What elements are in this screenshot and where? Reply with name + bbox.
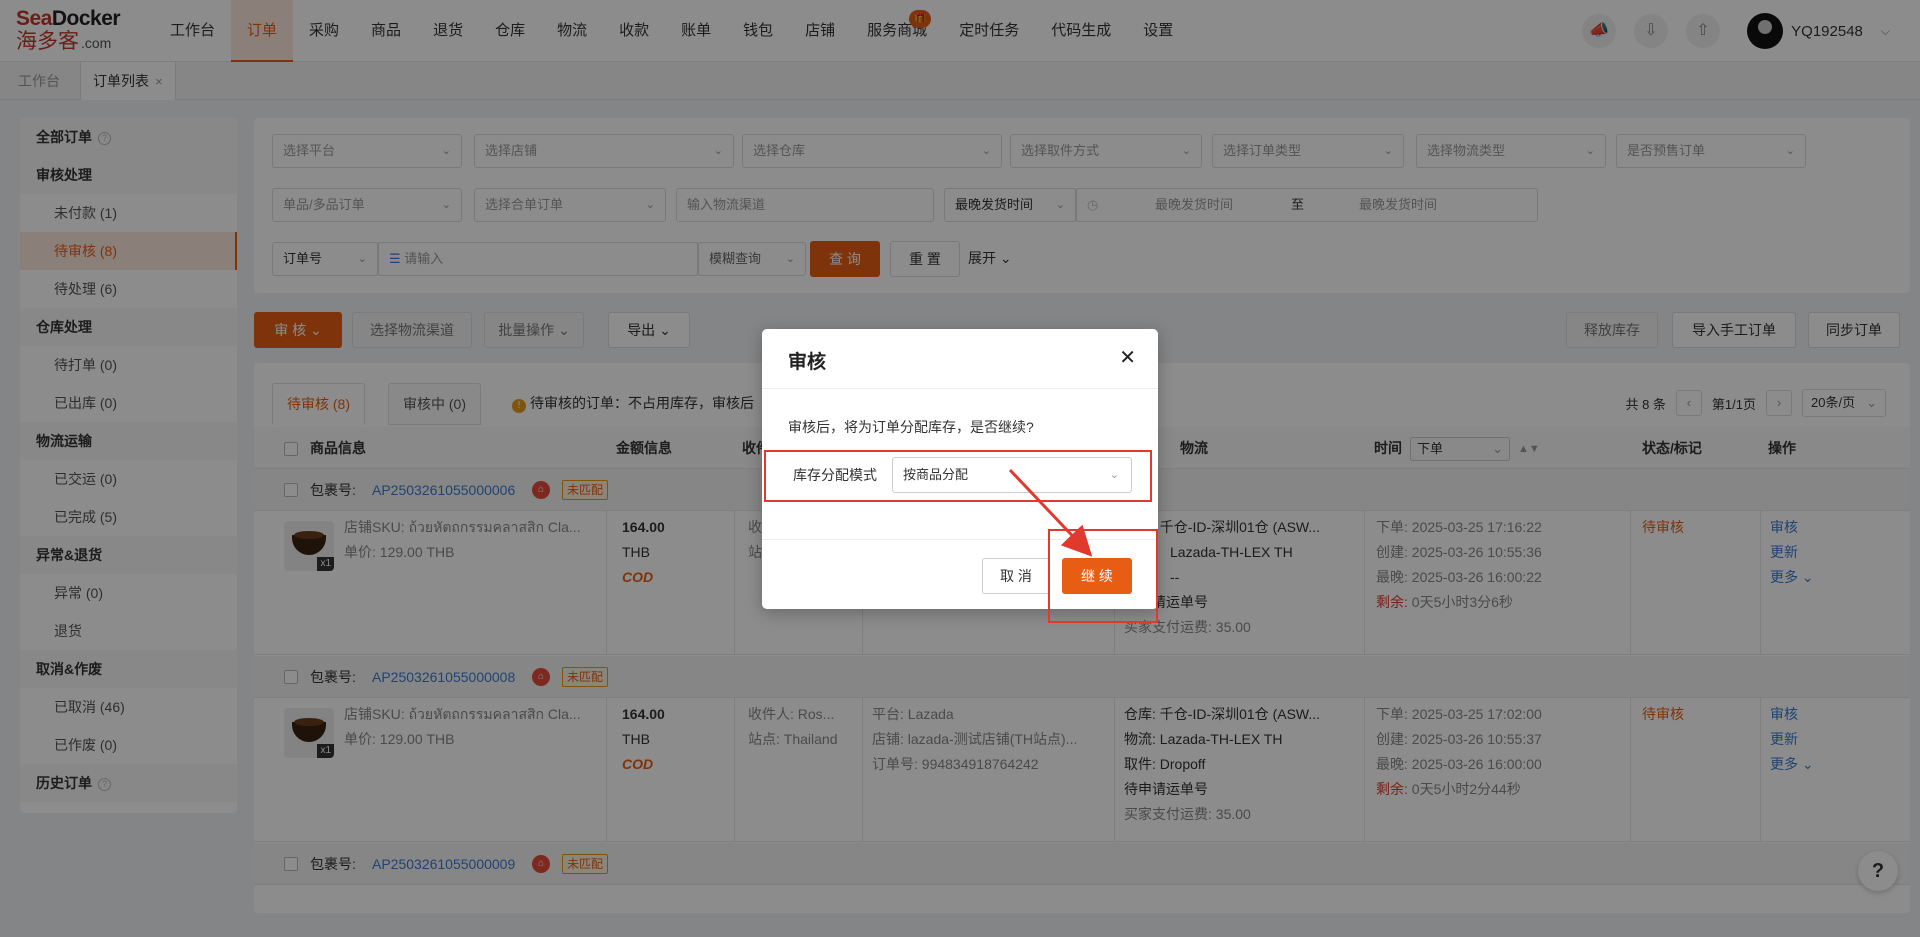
dialog-title: 审核	[788, 352, 827, 373]
highlight-box-select	[764, 450, 1152, 502]
dialog-message: 审核后，将为订单分配库存，是否继续?	[788, 419, 1034, 435]
dialog-header: 审核 ✕	[762, 329, 1158, 389]
close-icon[interactable]: ✕	[1119, 345, 1136, 370]
highlight-box-continue	[1048, 529, 1158, 623]
cancel-button[interactable]: 取 消	[982, 558, 1050, 594]
